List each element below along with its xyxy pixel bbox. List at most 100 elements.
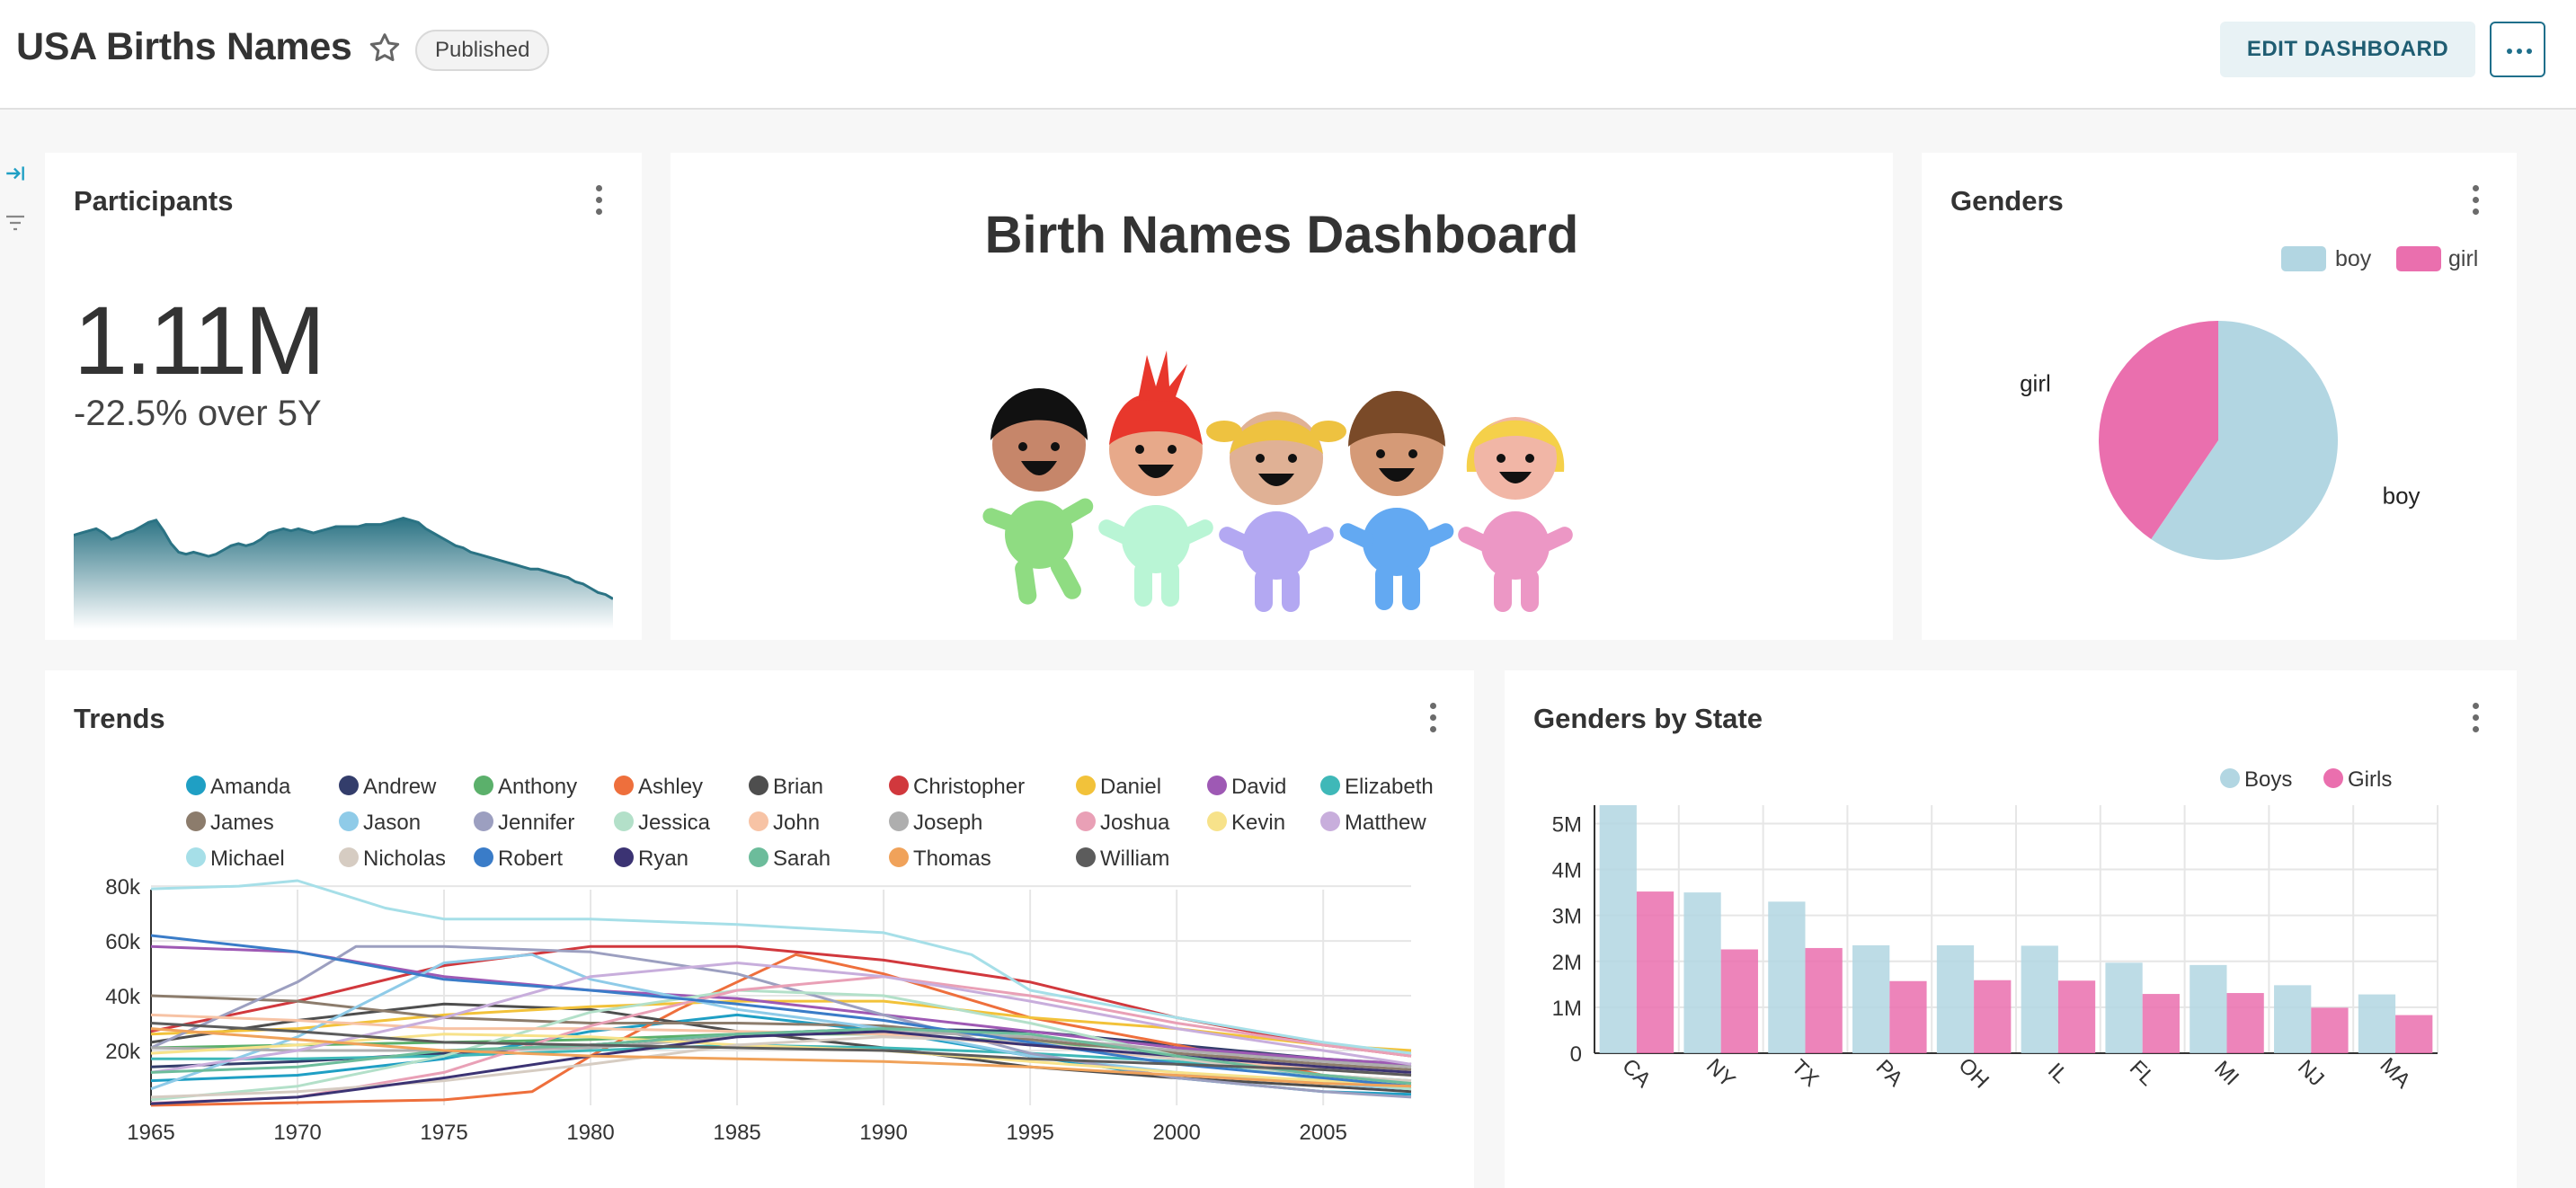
pie-label: boy bbox=[2383, 483, 2421, 510]
legend-label: Jason bbox=[363, 811, 421, 835]
legend-marker bbox=[339, 811, 359, 831]
bar bbox=[1636, 891, 1674, 1053]
legend-label: Jennifer bbox=[498, 811, 574, 835]
legend-marker bbox=[614, 847, 634, 867]
bar bbox=[2105, 962, 2143, 1053]
pie-label: girl bbox=[2020, 369, 2051, 396]
x-tick-label: TX bbox=[1787, 1055, 1824, 1092]
dot-icon bbox=[2507, 49, 2512, 54]
y-tick-label: 0 bbox=[1570, 1042, 1582, 1067]
y-tick-label: 3M bbox=[1552, 905, 1582, 929]
legend-label: Jessica bbox=[638, 811, 711, 835]
card-menu-icon[interactable] bbox=[593, 185, 604, 221]
y-tick-label: 40k bbox=[105, 985, 141, 1009]
legend-marker bbox=[749, 811, 768, 831]
expand-filters-icon[interactable] bbox=[4, 162, 27, 185]
legend-label: Joseph bbox=[913, 811, 982, 835]
card-menu-icon[interactable] bbox=[1427, 703, 1438, 739]
bar bbox=[2021, 945, 2058, 1053]
babies-illustration bbox=[982, 350, 1573, 612]
y-tick-label: 20k bbox=[105, 1040, 141, 1064]
x-tick-label: 2005 bbox=[1299, 1121, 1346, 1145]
card-title: Participants bbox=[74, 185, 234, 217]
filter-icon[interactable] bbox=[4, 212, 27, 234]
legend-label: Anthony bbox=[498, 775, 577, 799]
legend-label: Joshua bbox=[1100, 811, 1170, 835]
star-icon[interactable] bbox=[367, 31, 403, 66]
legend-marker bbox=[749, 776, 768, 795]
trends-card: Trends Amanda Andrew Anthony Ashley Brian Chr… bbox=[45, 670, 1474, 1188]
x-tick-label: MI bbox=[2209, 1056, 2243, 1090]
legend-label: Thomas bbox=[913, 847, 991, 871]
legend-label: William bbox=[1100, 847, 1169, 871]
legend-marker bbox=[1320, 776, 1340, 795]
more-options-button[interactable] bbox=[2490, 22, 2545, 77]
x-tick-label: FL bbox=[2125, 1056, 2160, 1091]
x-tick-label: MA bbox=[2375, 1053, 2415, 1094]
baby-figure bbox=[1206, 412, 1346, 612]
legend-marker bbox=[186, 847, 206, 867]
y-tick-label: 80k bbox=[105, 875, 141, 900]
x-tick-label: 2000 bbox=[1152, 1121, 1200, 1145]
legend-label: girl bbox=[2448, 246, 2478, 271]
legend-marker bbox=[1320, 811, 1340, 831]
legend-marker bbox=[1076, 811, 1096, 831]
x-tick-label: IL bbox=[2043, 1059, 2073, 1088]
legend-swatch bbox=[2281, 246, 2326, 271]
legend-label: Matthew bbox=[1345, 811, 1426, 835]
bar bbox=[1852, 944, 1890, 1053]
dashboard-title: USA Births Names bbox=[16, 25, 352, 68]
legend-marker bbox=[614, 811, 634, 831]
legend-label: Elizabeth bbox=[1345, 775, 1434, 799]
legend-label: Sarah bbox=[773, 847, 831, 871]
legend-label: Kevin bbox=[1231, 811, 1285, 835]
y-tick-label: 5M bbox=[1552, 812, 1582, 837]
bar bbox=[1683, 892, 1721, 1053]
legend-label: David bbox=[1231, 775, 1286, 799]
legend-marker bbox=[186, 811, 206, 831]
bar bbox=[1974, 980, 2012, 1053]
bar bbox=[1768, 901, 1806, 1053]
legend-label: Amanda bbox=[210, 775, 291, 799]
bar bbox=[2274, 985, 2312, 1053]
legend-marker bbox=[2220, 768, 2240, 788]
legend-label: John bbox=[773, 811, 820, 835]
legend-label: Christopher bbox=[913, 775, 1025, 799]
dot-icon bbox=[2517, 49, 2522, 54]
baby-figure bbox=[1458, 417, 1573, 612]
legend-marker bbox=[889, 811, 909, 831]
card-menu-icon[interactable] bbox=[2470, 185, 2481, 221]
bar bbox=[1805, 947, 1843, 1053]
x-tick-label: NJ bbox=[2293, 1055, 2329, 1091]
legend-label: Daniel bbox=[1100, 775, 1161, 799]
y-tick-label: 2M bbox=[1552, 951, 1582, 975]
dot-icon bbox=[2527, 49, 2532, 54]
big-number-subheader: -22.5% over 5Y bbox=[74, 394, 322, 433]
bar bbox=[2190, 964, 2227, 1053]
participants-card: Participants 1.11M -22.5% over 5Y bbox=[45, 153, 642, 640]
x-tick-label: 1965 bbox=[127, 1121, 174, 1145]
status-badge[interactable]: Published bbox=[415, 30, 550, 71]
legend-label: James bbox=[210, 811, 274, 835]
markdown-heading: Birth Names Dashboard bbox=[984, 206, 1579, 264]
legend-marker bbox=[1076, 847, 1096, 867]
y-tick-label: 4M bbox=[1552, 859, 1582, 883]
baby-figure bbox=[982, 388, 1094, 605]
markdown-card: Birth Names Dashboard bbox=[671, 153, 1893, 640]
x-tick-label: 1995 bbox=[1006, 1121, 1053, 1145]
y-tick-label: 60k bbox=[105, 930, 141, 954]
legend-marker bbox=[1207, 776, 1227, 795]
bar bbox=[2142, 994, 2180, 1053]
edit-dashboard-button[interactable]: EDIT DASHBOARD bbox=[2220, 22, 2475, 77]
x-tick-label: 1980 bbox=[566, 1121, 614, 1145]
x-tick-label: 1985 bbox=[713, 1121, 760, 1145]
line-chart: Amanda Andrew Anthony Ashley Brian Christophe… bbox=[105, 775, 1434, 1145]
card-menu-icon[interactable] bbox=[2470, 703, 2481, 739]
bar bbox=[1599, 805, 1637, 1053]
legend-label: Andrew bbox=[363, 775, 437, 799]
dashboard-header: USA Births Names Published EDIT DASHBOAR… bbox=[0, 0, 2576, 110]
card-title: Genders by State bbox=[1533, 703, 1763, 734]
legend-label: Girls bbox=[2348, 767, 2392, 792]
legend-marker bbox=[339, 847, 359, 867]
pie-chart: boy girl bbox=[2020, 321, 2421, 560]
